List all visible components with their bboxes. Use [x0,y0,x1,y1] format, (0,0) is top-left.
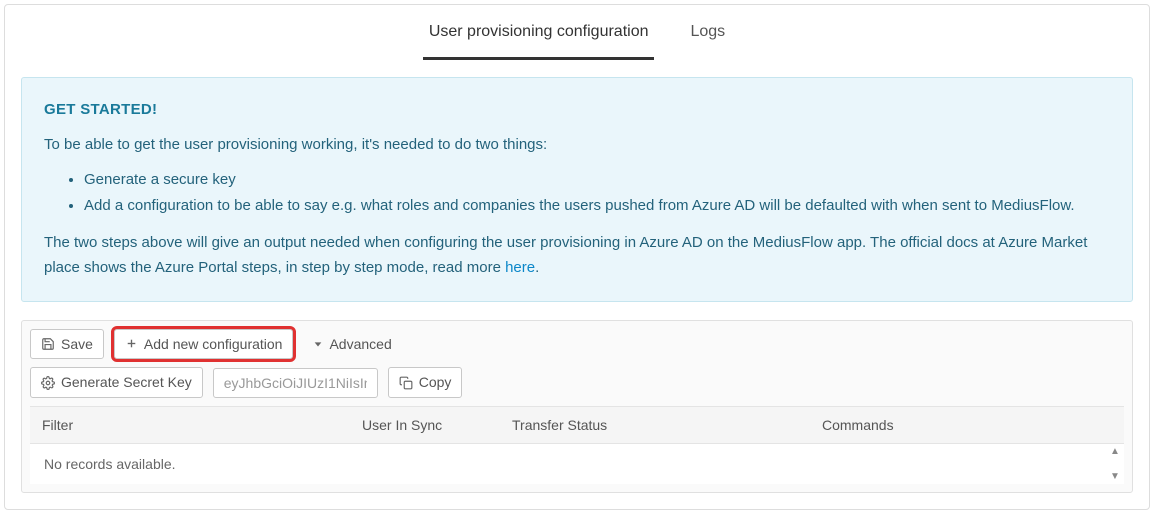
table-header-row: Filter User In Sync Transfer Status Comm… [30,407,1124,444]
table-scrollbar[interactable]: ▲ ▼ [1107,444,1123,484]
scroll-down-arrow-icon[interactable]: ▼ [1110,471,1120,482]
gear-icon [41,376,55,390]
advanced-dropdown[interactable]: Advanced [303,330,401,359]
copy-icon [399,376,413,390]
content-area: GET STARTED! To be able to get the user … [5,61,1149,509]
save-button-label: Save [61,336,93,353]
info-bullet-generate-key: Generate a secure key [84,168,1110,193]
config-table: Filter User In Sync Transfer Status Comm… [30,406,1124,484]
advanced-label: Advanced [329,336,391,353]
save-button[interactable]: Save [30,329,104,360]
scroll-up-arrow-icon[interactable]: ▲ [1110,446,1120,457]
table-body: No records available. ▲ ▼ [30,444,1124,484]
copy-button[interactable]: Copy [388,367,463,398]
toolbar: Save Add new configuration Advanced [21,320,1133,494]
plus-icon [125,337,138,350]
tab-logs[interactable]: Logs [684,23,731,60]
generate-secret-key-label: Generate Secret Key [61,374,192,391]
table-empty-message: No records available. [30,444,1124,484]
th-commands[interactable]: Commands [810,407,1110,443]
info-outro-text: The two steps above will give an output … [44,234,1087,276]
info-outro: The two steps above will give an output … [44,231,1110,281]
main-panel: User provisioning configuration Logs GET… [4,4,1150,510]
secret-key-field[interactable] [213,368,378,398]
th-user-in-sync[interactable]: User In Sync [350,407,500,443]
generate-secret-key-button[interactable]: Generate Secret Key [30,367,203,398]
copy-label: Copy [419,374,452,391]
info-title: GET STARTED! [44,98,1110,123]
add-config-label: Add new configuration [144,336,283,353]
tab-bar: User provisioning configuration Logs [5,5,1149,61]
read-more-link[interactable]: here [505,259,535,276]
info-bullet-list: Generate a secure key Add a configuratio… [84,168,1110,220]
add-new-configuration-button[interactable]: Add new configuration [114,329,294,360]
toolbar-row-1: Save Add new configuration Advanced [30,329,1124,360]
info-intro: To be able to get the user provisioning … [44,133,1110,158]
th-filter[interactable]: Filter [30,407,350,443]
tab-user-provisioning-config[interactable]: User provisioning configuration [423,23,655,60]
th-spacer [1110,407,1134,443]
info-outro-period: . [535,259,539,276]
save-icon [41,337,55,351]
toolbar-row-2: Generate Secret Key Copy [30,367,1124,398]
info-bullet-add-config: Add a configuration to be able to say e.… [84,194,1110,219]
get-started-info-box: GET STARTED! To be able to get the user … [21,77,1133,302]
th-transfer-status[interactable]: Transfer Status [500,407,810,443]
triangle-down-icon [313,339,323,349]
